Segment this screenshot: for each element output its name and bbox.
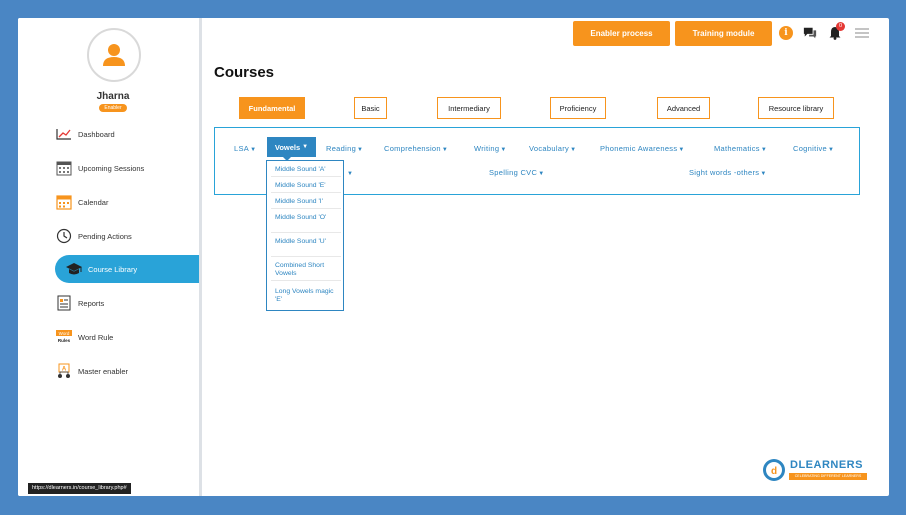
sidebar-item-dashboard[interactable]: Dashboard [55, 120, 199, 148]
sidebar-item-label: Word Rule [78, 332, 114, 342]
logo-name: DLEARNERS [790, 459, 863, 471]
clock-icon [55, 228, 73, 244]
caret-down-icon: ▼ [678, 147, 685, 153]
category-writing[interactable]: Writing▼ [474, 144, 507, 153]
sidebar-item-upcoming-sessions[interactable]: Upcoming Sessions [55, 154, 199, 182]
caret-down-icon: ▼ [250, 147, 257, 153]
tab-fundamental[interactable]: Fundamental [239, 97, 305, 119]
caret-down-icon: ▼ [760, 147, 768, 153]
svg-text:d: d [771, 466, 777, 477]
dropdown-divider [271, 280, 341, 281]
category-spelling-cvc[interactable]: Spelling CVC▼ [489, 168, 544, 177]
tab-proficiency[interactable]: Proficiency [550, 97, 606, 119]
dlearners-logo: d DLEARNERS CELEBRATING DIFFERENT LEARNE… [762, 456, 868, 484]
category-phonemic-awareness[interactable]: Phonemic Awareness▼ [600, 144, 685, 153]
svg-text:Word: Word [59, 331, 70, 336]
dropdown-item[interactable]: Long Vowels magic 'E' [275, 288, 337, 304]
sidebar-item-label: Pending Actions [78, 231, 132, 241]
category-sight-words-others[interactable]: Sight words -others▼ [689, 168, 767, 177]
sidebar-item-label: Dashboard [78, 129, 115, 139]
dropdown-divider [271, 192, 341, 193]
category-vowels[interactable]: Vowels ▼ [267, 137, 316, 157]
vowels-dropdown-menu: Middle Sound 'A' Middle Sound 'E' Middle… [266, 160, 344, 311]
sidebar-divider [199, 18, 202, 496]
caret-down-icon: ▼ [347, 171, 354, 177]
status-bar-url: https://dlearners.in/course_library.php# [28, 483, 131, 494]
dropdown-divider [271, 256, 341, 257]
tab-basic[interactable]: Basic [354, 97, 387, 119]
sidebar-item-master-enabler[interactable]: A Master enabler [55, 357, 199, 385]
tab-advanced[interactable]: Advanced [657, 97, 710, 119]
calendar-grid-icon [55, 160, 73, 176]
category-vocabulary[interactable]: Vocabulary▼ [529, 144, 576, 153]
dropdown-divider [271, 176, 341, 177]
sidebar-item-label: Upcoming Sessions [78, 163, 145, 173]
user-icon [103, 44, 125, 66]
caret-down-icon: ▼ [357, 147, 364, 153]
hamburger-menu-icon[interactable] [854, 26, 870, 40]
page-title: Courses [214, 64, 275, 81]
sidebar-item-pending-actions[interactable]: Pending Actions [55, 222, 199, 250]
dropdown-item[interactable]: Middle Sound 'I' [275, 198, 337, 206]
caret-down-icon: ▼ [827, 147, 835, 153]
dropdown-divider [271, 232, 341, 233]
chart-icon [55, 126, 73, 142]
dropdown-item[interactable]: Middle Sound 'O' [275, 214, 337, 222]
logo-tagline: CELEBRATING DIFFERENT LEARNERS [789, 473, 867, 480]
word-rules-icon: Word Rules [55, 329, 73, 345]
app-window: Jharna Enabler Dashboard Upcoming Sessio… [18, 18, 889, 496]
category-hidden-caret[interactable]: ▼ [346, 168, 353, 177]
role-badge: Enabler [99, 104, 127, 112]
chat-icon[interactable] [803, 26, 817, 40]
category-cognitive[interactable]: Cognitive▼ [793, 144, 834, 153]
caret-down-icon: ▼ [538, 171, 545, 177]
tab-resource-library[interactable]: Resource library [758, 97, 834, 119]
tab-intermediary[interactable]: Intermediary [437, 97, 501, 119]
category-mathematics[interactable]: Mathematics▼ [714, 144, 767, 153]
dropdown-item[interactable]: Middle Sound 'U' [275, 238, 337, 246]
caret-down-icon: ▼ [760, 171, 767, 177]
dropdown-item[interactable]: Middle Sound 'A' [275, 166, 337, 174]
dropdown-divider [271, 208, 341, 209]
user-name: Jharna [96, 91, 130, 102]
caret-down-icon: ▼ [441, 147, 449, 153]
notification-count-badge: 0 [836, 22, 845, 31]
calendar-icon [55, 194, 73, 210]
graduation-cap-icon [65, 261, 83, 277]
caret-down-icon: ▼ [302, 144, 309, 150]
sidebar-item-course-library[interactable]: Course Library [55, 255, 199, 283]
enabler-process-button[interactable]: Enabler process [573, 21, 670, 46]
sidebar-item-calendar[interactable]: Calendar [55, 188, 199, 216]
sidebar-item-label: Master enabler [78, 366, 129, 376]
category-comprehension[interactable]: Comprehension▼ [384, 144, 448, 153]
sidebar: Jharna Enabler Dashboard Upcoming Sessio… [18, 18, 199, 496]
dropdown-item[interactable]: Combined Short Vowels [275, 262, 337, 278]
training-module-button[interactable]: Training module [675, 21, 772, 46]
master-enabler-icon: A [55, 363, 73, 379]
caret-down-icon: ▼ [570, 147, 577, 153]
category-lsa[interactable]: LSA▼ [234, 144, 256, 153]
bell-icon[interactable]: 0 [828, 22, 845, 40]
category-reading[interactable]: Reading▼ [326, 144, 363, 153]
report-icon [55, 295, 73, 311]
sidebar-item-label: Course Library [88, 264, 138, 274]
sidebar-item-word-rule[interactable]: Word Rules Word Rule [55, 323, 199, 351]
avatar[interactable] [87, 28, 141, 82]
sidebar-item-reports[interactable]: Reports [55, 289, 199, 317]
svg-text:Rules: Rules [58, 338, 71, 343]
sidebar-item-label: Calendar [78, 197, 109, 207]
dropdown-item[interactable]: Middle Sound 'E' [275, 182, 337, 190]
caret-down-icon: ▼ [500, 147, 507, 153]
info-icon[interactable]: i [779, 26, 793, 40]
sidebar-item-label: Reports [78, 298, 105, 308]
